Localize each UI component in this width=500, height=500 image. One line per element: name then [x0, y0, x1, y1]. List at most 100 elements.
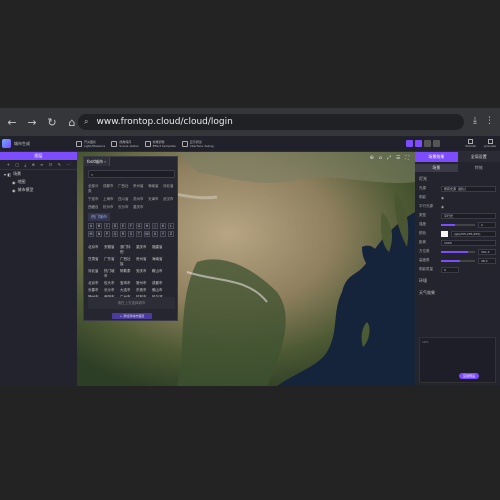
publish-button[interactable]: Publish: [465, 139, 476, 148]
category-item[interactable]: 河北省: [163, 184, 175, 194]
category-item[interactable]: 广西壮: [118, 184, 130, 194]
section-lighting[interactable]: 灯光: [415, 174, 500, 184]
type-select[interactable]: 平行光: [441, 212, 496, 219]
tool-light[interactable]: 开关图标 Light/Measure: [76, 140, 105, 148]
category-item[interactable]: 上海市: [103, 197, 115, 202]
layers-icon[interactable]: ☰: [396, 155, 400, 161]
tab-global-settings[interactable]: 全局设置: [457, 152, 500, 162]
category-item[interactable]: 天津市: [148, 197, 160, 202]
reload-icon[interactable]: ↻: [44, 114, 60, 130]
layout-toggle-icon[interactable]: [406, 140, 413, 147]
category-item[interactable]: 杭州市: [103, 205, 115, 210]
category-item[interactable]: 四川省: [118, 197, 130, 202]
city-item[interactable]: 成都市: [152, 281, 165, 286]
city-item[interactable]: 长沙市: [104, 288, 117, 293]
import-icon[interactable]: ⤓: [24, 162, 26, 167]
letter-button[interactable]: Y: [160, 231, 166, 237]
category-item[interactable]: 全部分类: [88, 184, 100, 194]
category-item[interactable]: 苏州市: [133, 197, 145, 202]
letter-button[interactable]: L: [168, 223, 174, 229]
subtab-scene[interactable]: 场景: [415, 164, 458, 172]
category-item[interactable]: 长沙市: [118, 205, 130, 210]
city-item[interactable]: 广东省: [104, 257, 117, 267]
tool-debug[interactable]: 显示调试 Interface debug: [181, 140, 214, 148]
city-item[interactable]: 甘肃省: [88, 257, 101, 267]
category-item[interactable]: 贵州省: [133, 184, 145, 194]
city-item[interactable]: 北京市: [88, 281, 101, 286]
letter-button[interactable]: N: [96, 231, 102, 237]
layout-toggle-icon[interactable]: [424, 140, 431, 147]
letter-button[interactable]: W: [144, 231, 150, 237]
city-item[interactable]: 安庆市: [136, 269, 149, 279]
azimuth-input[interactable]: 301.3: [478, 248, 496, 255]
layout-toggle-icon[interactable]: [415, 140, 422, 147]
list-icon[interactable]: ≡: [40, 162, 43, 167]
city-item[interactable]: 海南省: [152, 257, 165, 267]
expand-icon[interactable]: ⤢: [387, 155, 391, 161]
locate-icon[interactable]: ⊕: [31, 162, 34, 167]
city-item[interactable]: 阿勒泰: [120, 269, 133, 279]
city-item[interactable]: 热门城市: [104, 269, 117, 279]
category-item[interactable]: 西藏自: [88, 205, 100, 210]
letter-button[interactable]: T: [136, 231, 142, 237]
forward-icon[interactable]: →: [24, 114, 40, 130]
hot-cities-tab[interactable]: 热门城市: [88, 213, 110, 221]
edit-icon[interactable]: ✎: [58, 162, 61, 167]
letter-button[interactable]: S: [128, 231, 134, 237]
city-item[interactable]: 宝鸡市: [120, 281, 133, 286]
elevation-slider[interactable]: [441, 259, 475, 262]
letter-button[interactable]: C: [104, 223, 110, 229]
download-icon[interactable]: ⤓: [473, 116, 477, 126]
city-item[interactable]: 包头市: [104, 281, 117, 286]
locate-icon[interactable]: ⊕: [370, 155, 374, 161]
azimuth-slider[interactable]: [441, 250, 475, 253]
layout-toggle-icon[interactable]: [433, 140, 440, 147]
menu-icon[interactable]: ⋮: [485, 116, 494, 126]
add-city-button[interactable]: + 添加到城市图层: [112, 313, 152, 319]
city-item[interactable]: 鞍山市: [152, 269, 165, 279]
city-item[interactable]: 常州市: [136, 281, 149, 286]
fullscreen-icon[interactable]: ⛶: [405, 155, 409, 161]
color-input[interactable]: rgb(255,255,255): [451, 230, 496, 237]
tool-effect[interactable]: 效果调整 Effect template: [144, 140, 176, 148]
section-weather[interactable]: 天气效果: [415, 288, 500, 298]
home-icon[interactable]: ⌂: [379, 155, 382, 161]
city-item[interactable]: 贵州省: [136, 257, 149, 267]
city-item[interactable]: 北京市: [88, 245, 101, 255]
city-item[interactable]: 河北省: [88, 269, 101, 279]
tab-scene-effect[interactable]: 场景效果: [415, 152, 458, 162]
letter-button[interactable]: X: [152, 231, 158, 237]
section-environment[interactable]: 环境: [415, 276, 500, 286]
letter-button[interactable]: D: [112, 223, 118, 229]
back-icon[interactable]: ←: [4, 114, 20, 130]
category-item[interactable]: 海南省: [148, 184, 160, 194]
city-picker-tab[interactable]: font城市 ‹: [84, 157, 110, 166]
add-icon[interactable]: +: [7, 162, 10, 167]
letter-button[interactable]: P: [104, 231, 110, 237]
category-item[interactable]: 成都市: [103, 184, 115, 194]
letter-button[interactable]: H: [144, 223, 150, 229]
subtab-effect[interactable]: 特效: [458, 164, 500, 172]
grid-icon[interactable]: ☷: [49, 162, 53, 167]
shadow-quality-input[interactable]: 0: [441, 266, 459, 273]
intensity-slider[interactable]: [441, 223, 475, 226]
letter-button[interactable]: Z: [168, 231, 174, 237]
intensity-input[interactable]: 2: [478, 221, 496, 228]
letter-button[interactable]: A: [88, 223, 94, 229]
category-item[interactable]: 武汉市: [163, 197, 175, 202]
shadow-toggle[interactable]: ◉: [441, 196, 444, 200]
city-item[interactable]: 安徽省: [104, 245, 117, 255]
apply-preset-button[interactable]: 应用预设: [459, 373, 479, 379]
preview-button[interactable]: preview: [484, 139, 496, 148]
city-item[interactable]: 佛山市: [152, 288, 165, 293]
elevation-input[interactable]: 48.2: [478, 257, 496, 264]
distance-input[interactable]: 1000: [441, 239, 496, 246]
search-input[interactable]: ⌕: [88, 170, 175, 178]
letter-button[interactable]: M: [88, 231, 94, 237]
letter-button[interactable]: B: [96, 223, 102, 229]
city-item[interactable]: 大连市: [120, 288, 133, 293]
tree-item-model[interactable]: ◉ 城市模型: [0, 186, 77, 194]
directional-toggle[interactable]: ◉: [441, 205, 444, 209]
layer-panel-header[interactable]: 图层: [0, 152, 77, 160]
letter-button[interactable]: G: [136, 223, 142, 229]
